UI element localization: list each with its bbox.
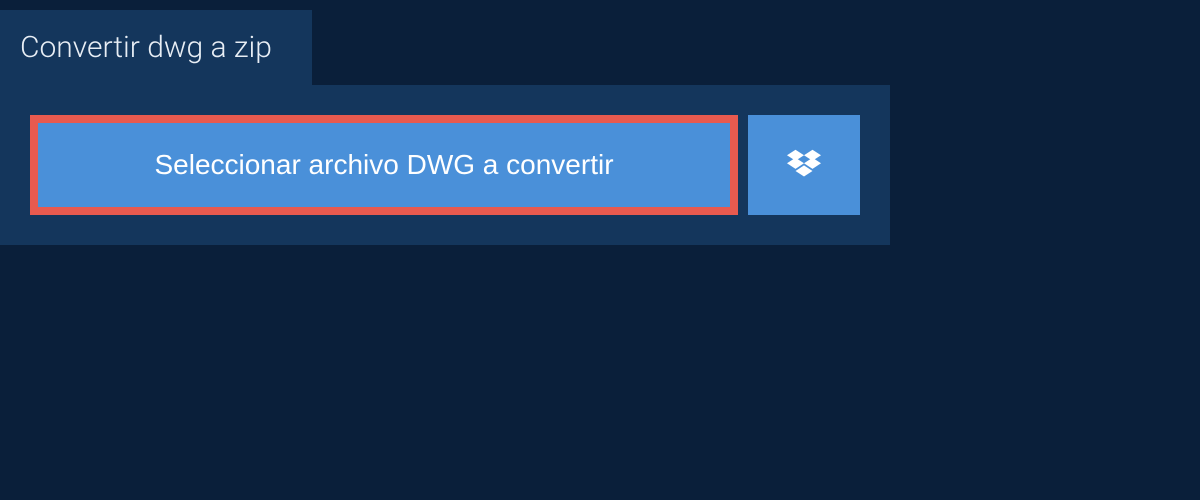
tab-title: Convertir dwg a zip — [20, 30, 272, 65]
upload-panel: Seleccionar archivo DWG a convertir — [0, 85, 890, 245]
dropbox-button[interactable] — [748, 115, 860, 215]
select-file-highlight: Seleccionar archivo DWG a convertir — [30, 115, 738, 215]
select-file-button[interactable]: Seleccionar archivo DWG a convertir — [38, 123, 730, 207]
dropbox-icon — [787, 149, 821, 181]
select-file-label: Seleccionar archivo DWG a convertir — [154, 149, 613, 181]
tab-header: Convertir dwg a zip — [0, 10, 312, 85]
